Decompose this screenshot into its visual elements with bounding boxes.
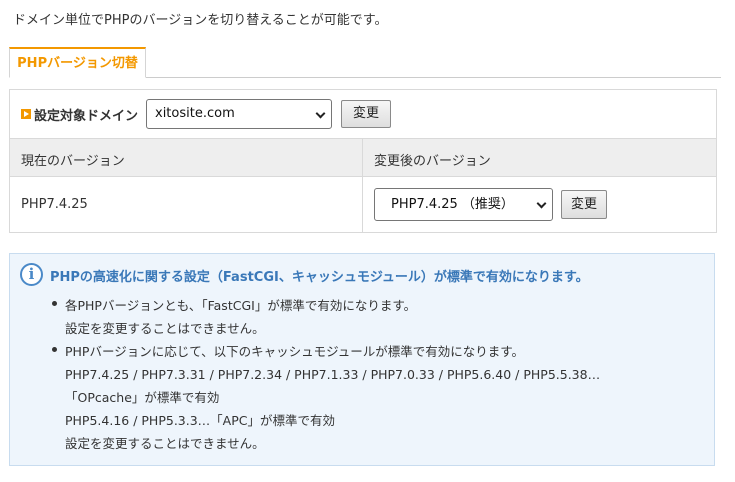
tab-php-version-switch[interactable]: PHPバージョン切替 (9, 47, 146, 78)
php-version-panel: 設定対象ドメイン xitosite.com 変更 現在のバージョン 変更後のバー… (9, 89, 717, 233)
header-current-version: 現在のバージョン (21, 154, 125, 169)
domain-select[interactable]: xitosite.com (146, 99, 332, 129)
info-box: i PHPの高速化に関する設定（FastCGI、キャッシュモジュール）が標準で有… (9, 253, 715, 466)
info-line: PHP5.4.16 / PHP5.3.3…「APC」が標準で有効 (65, 413, 335, 428)
info-line: PHP7.4.25 / PHP7.3.31 / PHP7.2.34 / PHP7… (65, 367, 601, 382)
version-select-value: PHP7.4.25 （推奨） (391, 197, 514, 212)
table-row: PHP7.4.25 PHP7.4.25 （推奨） 変更 (10, 177, 716, 232)
header-new-version: 変更後のバージョン (374, 154, 491, 169)
version-change-button[interactable]: 変更 (561, 190, 607, 219)
info-title: PHPの高速化に関する設定（FastCGI、キャッシュモジュール）が標準で有効に… (50, 270, 589, 285)
table-header-row: 現在のバージョン 変更後のバージョン (10, 138, 716, 177)
chevron-down-icon (536, 198, 547, 209)
current-version-value: PHP7.4.25 (21, 197, 88, 212)
arrow-bullet-icon (21, 109, 31, 119)
version-select[interactable]: PHP7.4.25 （推奨） (374, 188, 553, 221)
info-line: 設定を変更することはできません。 (65, 436, 265, 451)
domain-label: 設定対象ドメイン (34, 109, 139, 124)
info-line: 設定を変更することはできません。 (65, 321, 265, 336)
domain-row: 設定対象ドメイン xitosite.com 変更 (10, 90, 716, 138)
intro-text: ドメイン単位でPHPのバージョンを切り替えることが可能です。 (13, 13, 388, 28)
tab-bar: PHPバージョン切替 (9, 47, 721, 78)
info-list: 各PHPバージョンとも、「FastCGI」が標準で有効になります。 設定を変更す… (50, 294, 600, 455)
info-line: PHPバージョンに応じて、以下のキャッシュモジュールが標準で有効になります。 (65, 344, 524, 359)
domain-select-value: xitosite.com (155, 106, 235, 121)
list-item: 各PHPバージョンとも、「FastCGI」が標準で有効になります。 設定を変更す… (50, 294, 600, 340)
info-line: 「OPcache」が標準で有効 (65, 390, 220, 405)
list-item: PHPバージョンに応じて、以下のキャッシュモジュールが標準で有効になります。 P… (50, 340, 600, 455)
chevron-down-icon (315, 108, 326, 119)
domain-change-button[interactable]: 変更 (341, 100, 391, 128)
info-icon: i (20, 263, 43, 286)
info-line: 各PHPバージョンとも、「FastCGI」が標準で有効になります。 (65, 298, 417, 313)
